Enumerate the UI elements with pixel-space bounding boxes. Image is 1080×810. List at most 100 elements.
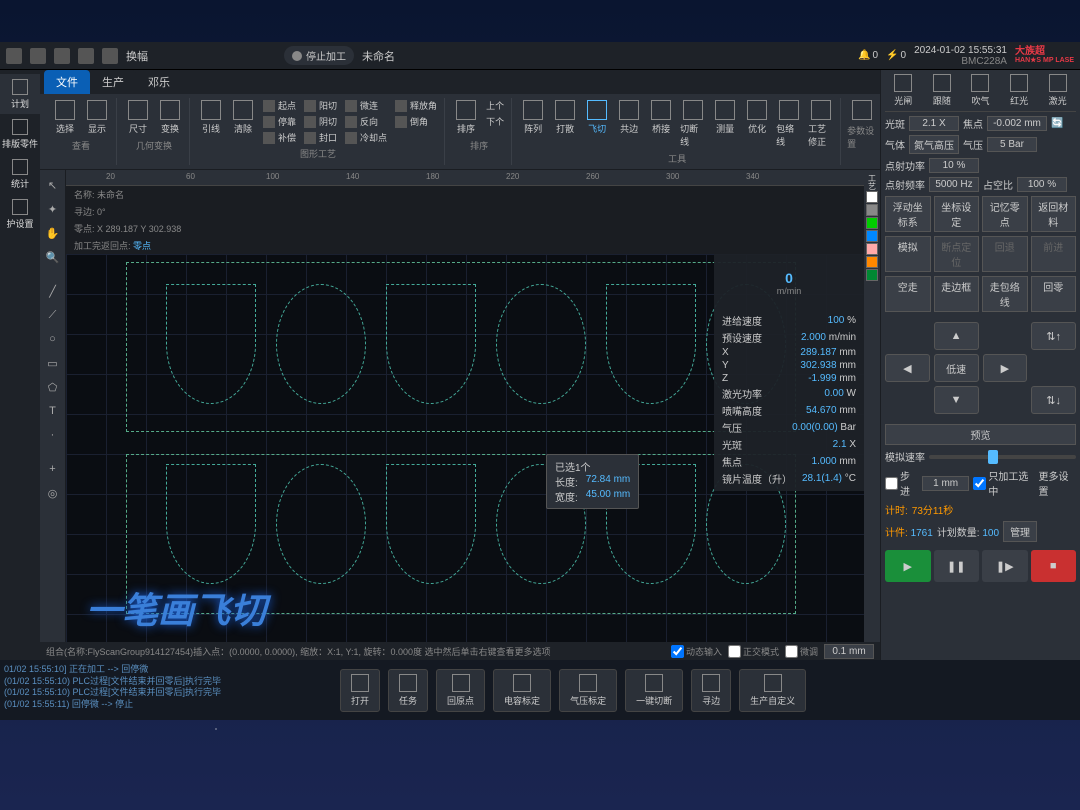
micro-toggle[interactable]: 微调 xyxy=(785,645,818,658)
duty-input[interactable]: 100 % xyxy=(1017,177,1067,192)
compensate-button[interactable]: 补偿 xyxy=(260,130,299,145)
coolpoint-button[interactable]: 冷却点 xyxy=(342,130,390,145)
home-button[interactable]: 回零 xyxy=(1031,276,1077,312)
dynamic-input-toggle[interactable]: 动态输入 xyxy=(671,645,722,658)
optimize-button[interactable]: 优化 xyxy=(742,98,772,150)
float-coord-button[interactable]: 浮动坐标系 xyxy=(885,196,931,232)
display-button[interactable]: 显示 xyxy=(82,98,112,137)
menu-icon[interactable] xyxy=(6,48,22,64)
zoom-tool[interactable]: 🔍 xyxy=(42,246,64,268)
cross-tool[interactable]: + xyxy=(42,458,64,480)
rail-plan[interactable]: 计划 xyxy=(0,74,40,114)
clear-button[interactable]: 清除 xyxy=(228,98,258,145)
point-freq-input[interactable]: 5000 Hz xyxy=(929,177,979,192)
ortho-toggle[interactable]: 正交模式 xyxy=(728,645,779,658)
stop-button[interactable]: ■ xyxy=(1031,550,1077,582)
footer-气压标定[interactable]: 气压标定 xyxy=(559,669,617,712)
startpoint-button[interactable]: 起点 xyxy=(260,98,299,113)
backward-button[interactable]: 回退 xyxy=(982,236,1028,272)
layer-dkgreen[interactable] xyxy=(866,269,878,281)
rail-protect[interactable]: 护设置 xyxy=(0,194,40,234)
step-input[interactable]: 1 mm xyxy=(922,476,970,491)
cutline-button[interactable]: 切断线 xyxy=(678,98,708,150)
play-button[interactable]: ▶ xyxy=(885,550,931,582)
chamfer-button[interactable]: 倒角 xyxy=(392,114,440,129)
measure-button[interactable]: 测量 xyxy=(710,98,740,150)
warn-icon[interactable] xyxy=(102,48,118,64)
footer-回原点[interactable]: 回原点 xyxy=(436,669,485,712)
circle-tool[interactable]: ○ xyxy=(42,328,64,350)
canvas[interactable]: 已选1个 长度:72.84 mm 宽度:45.00 mm 0 m/min 进给速… xyxy=(66,254,864,642)
laser-button[interactable]: 激光 xyxy=(1039,74,1076,107)
remember-zero-button[interactable]: 记忆零点 xyxy=(982,196,1028,232)
layer-orange[interactable] xyxy=(866,256,878,268)
layer-gray[interactable] xyxy=(866,204,878,216)
layer-pink[interactable] xyxy=(866,243,878,255)
array-button[interactable]: 阵列 xyxy=(518,98,548,150)
footer-生产自定义[interactable]: 生产自定义 xyxy=(739,669,806,712)
sim-rate-slider[interactable] xyxy=(929,455,1076,459)
rail-stats[interactable]: 统计 xyxy=(0,154,40,194)
line-tool[interactable]: ╱ xyxy=(42,280,64,302)
blow-button[interactable]: 吹气 xyxy=(962,74,999,107)
jog-right[interactable]: ▶ xyxy=(983,354,1028,382)
pressure-input[interactable]: 5 Bar xyxy=(987,137,1037,152)
rail-nest[interactable]: 排版零件 xyxy=(0,114,40,154)
swap-label[interactable]: 换幅 xyxy=(126,48,148,64)
outcut-button[interactable]: 阳切 xyxy=(301,98,340,113)
leadline-button[interactable]: 引线 xyxy=(196,98,226,145)
pointer-tool[interactable]: ↖ xyxy=(42,174,64,196)
stop-processing-button[interactable]: 停止加工 xyxy=(284,46,354,65)
target-tool[interactable]: ◎ xyxy=(42,482,64,504)
flycut-button[interactable]: 飞切 xyxy=(582,98,612,150)
reverse-button[interactable]: 反向 xyxy=(342,114,390,129)
jog-down[interactable]: ▼ xyxy=(934,386,979,414)
transform-button[interactable]: 变换 xyxy=(155,98,185,137)
rect-tool[interactable]: ▭ xyxy=(42,352,64,374)
explode-button[interactable]: 打散 xyxy=(550,98,580,150)
footer-一键切断[interactable]: 一键切断 xyxy=(625,669,683,712)
z-up[interactable]: ⇅↑ xyxy=(1031,322,1076,350)
bridge-button[interactable]: 桥接 xyxy=(646,98,676,150)
craftfix-button[interactable]: 工艺修正 xyxy=(806,98,836,150)
z-down[interactable]: ⇅↓ xyxy=(1031,386,1076,414)
coord-set-button[interactable]: 坐标设定 xyxy=(934,196,980,232)
sort-button[interactable]: 排序 xyxy=(451,98,481,137)
pan-tool[interactable]: ✋ xyxy=(42,222,64,244)
spot-input[interactable]: 2.1 X xyxy=(909,116,959,131)
coedge-button[interactable]: 共边 xyxy=(614,98,644,150)
more-settings[interactable]: 更多设置 xyxy=(1038,468,1076,498)
gas-select[interactable]: 氮气高压 xyxy=(909,135,959,154)
redlight-button[interactable]: 红光 xyxy=(1001,74,1038,107)
redo-icon[interactable] xyxy=(78,48,94,64)
microjoint-button[interactable]: 微连 xyxy=(342,98,390,113)
simulate-button[interactable]: 模拟 xyxy=(885,236,931,272)
text-tool[interactable]: T xyxy=(42,400,64,422)
tab-file[interactable]: 文件 xyxy=(44,70,90,94)
layer-green[interactable] xyxy=(866,217,878,229)
release-button[interactable]: 释放角 xyxy=(392,98,440,113)
undo-icon[interactable] xyxy=(54,48,70,64)
select-button[interactable]: 选择 xyxy=(50,98,80,137)
envelope-walk-button[interactable]: 走包络线 xyxy=(982,276,1028,312)
preview-button[interactable]: 预览 xyxy=(885,424,1076,445)
footer-电容标定[interactable]: 电容标定 xyxy=(493,669,551,712)
follow-button[interactable]: 跟随 xyxy=(924,74,961,107)
polygon-tool[interactable]: ⬠ xyxy=(42,376,64,398)
return-material-button[interactable]: 返回材料 xyxy=(1031,196,1077,232)
jog-left[interactable]: ◀ xyxy=(885,354,930,382)
dryrun-button[interactable]: 空走 xyxy=(885,276,931,312)
seal-button[interactable]: 封口 xyxy=(301,130,340,145)
pause-button[interactable]: ❚❚ xyxy=(934,550,980,582)
point-power-input[interactable]: 10 % xyxy=(929,158,979,173)
step-value[interactable]: 0.1 mm xyxy=(824,644,874,659)
next-button[interactable]: 下个 xyxy=(483,114,507,129)
layer-white[interactable] xyxy=(866,191,878,203)
params-button[interactable] xyxy=(847,98,877,122)
save-icon[interactable] xyxy=(30,48,46,64)
step-toggle[interactable]: 步进 xyxy=(885,468,918,498)
dock-button[interactable]: 停靠 xyxy=(260,114,299,129)
tab-production[interactable]: 生产 xyxy=(90,70,136,94)
step-button[interactable]: ❚▶ xyxy=(982,550,1028,582)
frame-button[interactable]: 走边框 xyxy=(934,276,980,312)
